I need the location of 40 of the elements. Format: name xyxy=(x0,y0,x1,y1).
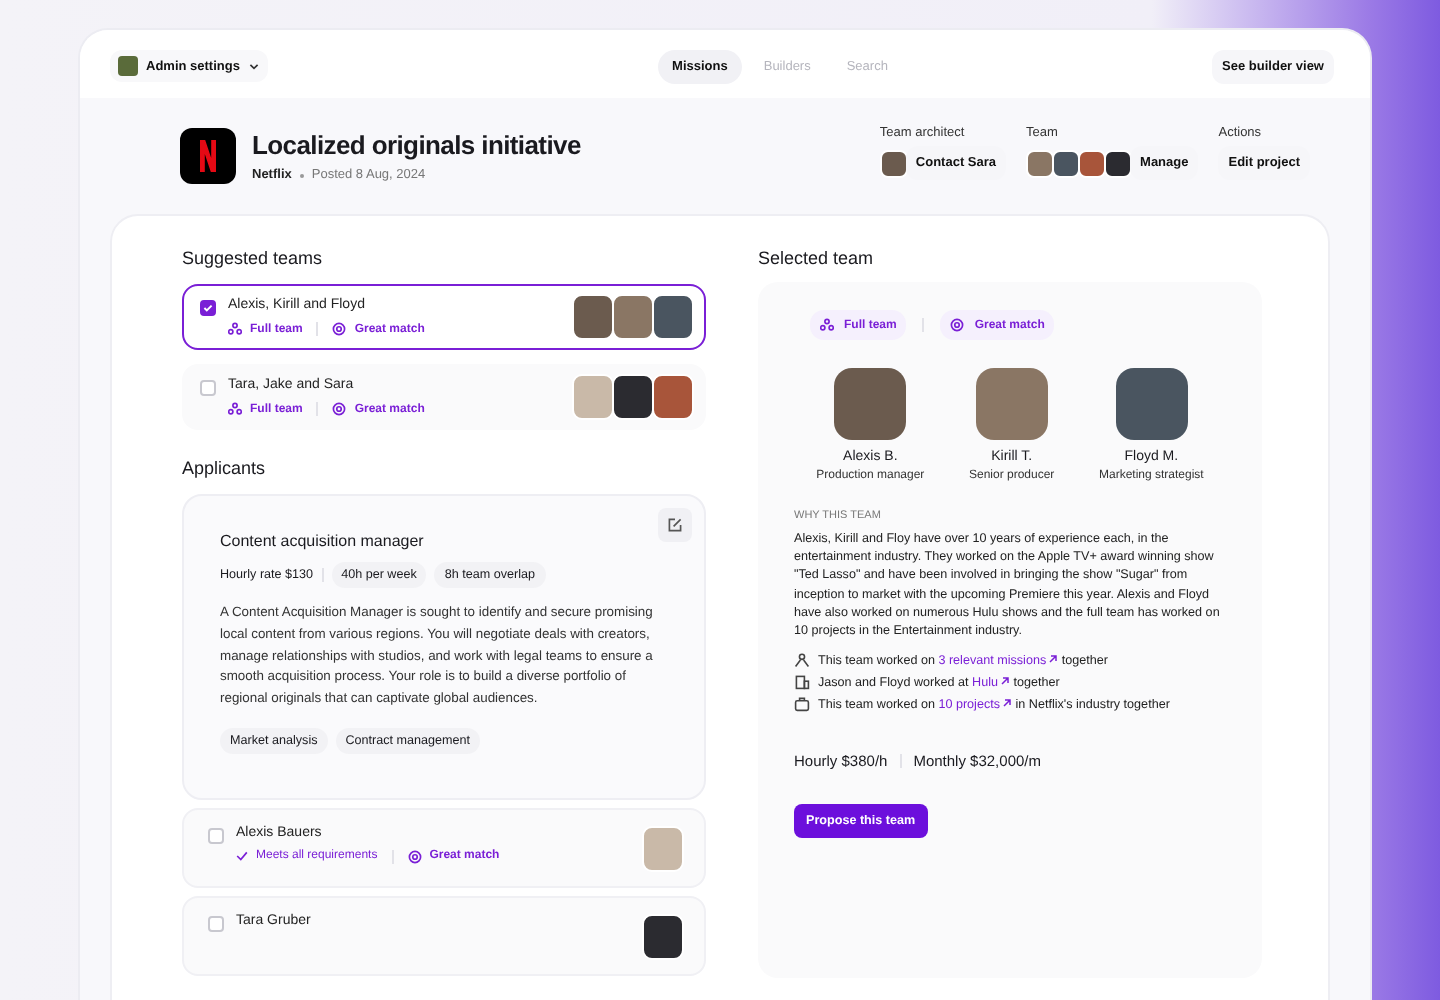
avatar xyxy=(1078,149,1107,177)
avatar xyxy=(1115,368,1188,440)
edit-icon[interactable] xyxy=(658,508,692,542)
people-icon xyxy=(228,402,242,416)
avatar xyxy=(642,913,684,960)
avatar xyxy=(652,294,694,340)
people-icon xyxy=(228,322,242,336)
people-icon xyxy=(794,652,810,669)
account-logo xyxy=(118,56,138,76)
people-icon xyxy=(820,318,834,332)
avatar xyxy=(572,374,614,420)
project-title: Localized originals initiative xyxy=(252,130,581,160)
avatar xyxy=(612,294,654,340)
section-title: Selected team xyxy=(758,248,876,268)
building-icon xyxy=(794,674,810,691)
target-icon xyxy=(332,322,347,336)
avatar xyxy=(1104,149,1133,177)
external-link-icon xyxy=(999,675,1010,686)
avatar xyxy=(1026,149,1055,177)
target-icon xyxy=(407,849,422,864)
external-link-icon xyxy=(1048,653,1059,664)
section-title: Suggested teams xyxy=(182,248,325,268)
avatar xyxy=(612,374,654,420)
avatar xyxy=(652,374,694,420)
briefcase-icon xyxy=(794,696,810,713)
avatar xyxy=(834,368,907,440)
chevron-down-icon xyxy=(247,60,260,72)
external-link-icon xyxy=(1002,697,1013,708)
netflix-logo xyxy=(180,128,236,184)
role-title: Content acquisition manager xyxy=(220,532,426,550)
avatar xyxy=(975,368,1048,440)
avatar xyxy=(879,149,908,177)
avatar xyxy=(572,294,614,340)
section-title: Applicants xyxy=(182,458,268,478)
avatar xyxy=(1052,149,1081,177)
check-icon xyxy=(236,850,248,863)
target-icon xyxy=(332,402,347,416)
target-icon xyxy=(950,318,965,332)
avatar xyxy=(642,825,684,872)
checkbox[interactable] xyxy=(200,300,216,316)
